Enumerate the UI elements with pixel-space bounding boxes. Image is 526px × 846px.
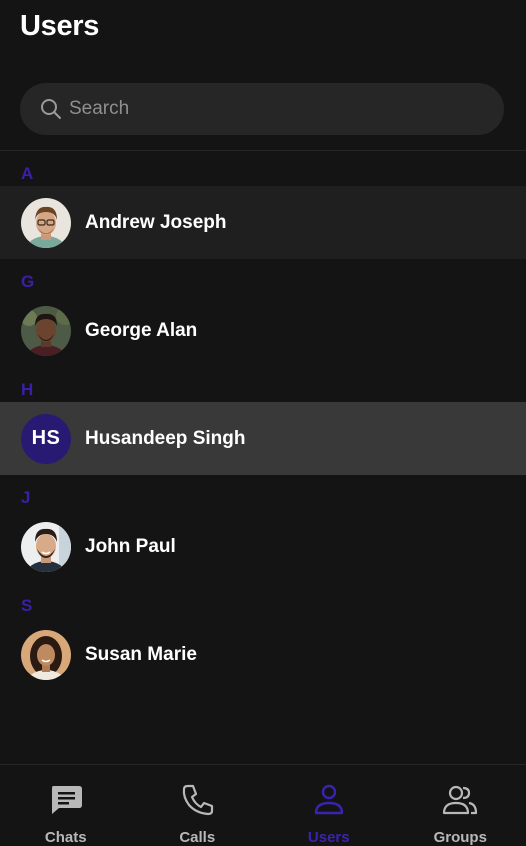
- section-header-s: S: [0, 583, 526, 618]
- search-input[interactable]: [69, 98, 449, 120]
- groups-icon: [441, 783, 479, 822]
- avatar: [21, 198, 71, 248]
- tab-groups[interactable]: Groups: [395, 765, 526, 842]
- user-name: Andrew Joseph: [85, 212, 226, 234]
- tab-label: Calls: [179, 829, 215, 846]
- bottom-navigation: Chats Calls Users Groups: [0, 764, 526, 842]
- tab-label: Groups: [434, 829, 487, 846]
- tab-users[interactable]: Users: [263, 765, 395, 842]
- tab-chats[interactable]: Chats: [0, 765, 132, 842]
- avatar: [21, 522, 71, 572]
- section-header-g: G: [0, 259, 526, 294]
- section-header-a: A: [0, 151, 526, 186]
- avatar: [21, 306, 71, 356]
- user-row-john-paul[interactable]: John Paul: [0, 510, 526, 583]
- avatar-initials: HS: [21, 414, 71, 464]
- user-name: Susan Marie: [85, 644, 197, 666]
- phone-icon: [179, 783, 215, 822]
- user-name: John Paul: [85, 536, 176, 558]
- user-row-susan-marie[interactable]: Susan Marie: [0, 618, 526, 691]
- section-header-j: J: [0, 475, 526, 510]
- search-icon: [40, 98, 62, 120]
- user-row-andrew-joseph[interactable]: Andrew Joseph: [0, 186, 526, 259]
- search-bar[interactable]: [20, 83, 504, 135]
- page-title: Users: [20, 10, 99, 43]
- user-row-husandeep-singh[interactable]: HS Husandeep Singh: [0, 402, 526, 475]
- tab-label: Users: [308, 829, 350, 846]
- section-header-h: H: [0, 367, 526, 402]
- chat-bubble-icon: [48, 783, 84, 822]
- tab-label: Chats: [45, 829, 87, 846]
- user-row-george-alan[interactable]: George Alan: [0, 294, 526, 367]
- user-name: George Alan: [85, 320, 197, 342]
- avatar: [21, 630, 71, 680]
- user-icon: [311, 783, 347, 822]
- user-list[interactable]: A Andrew Joseph G: [0, 151, 526, 691]
- user-name: Husandeep Singh: [85, 428, 245, 450]
- tab-calls[interactable]: Calls: [132, 765, 264, 842]
